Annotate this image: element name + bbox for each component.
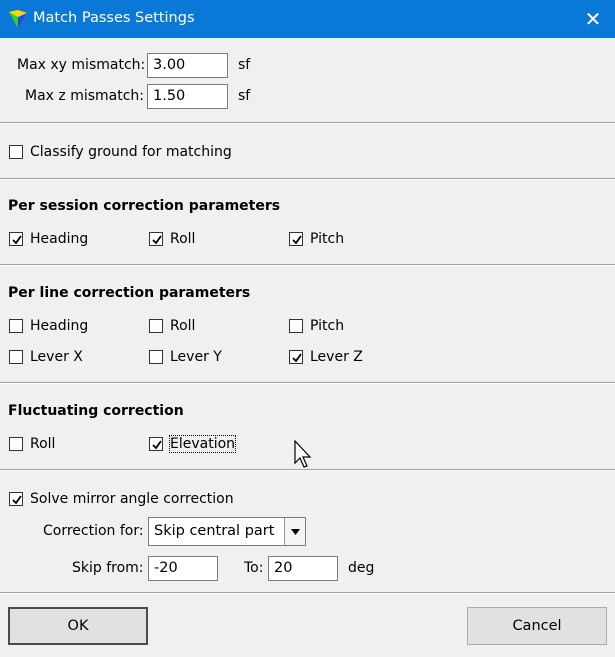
correction-for-label: Correction for: xyxy=(43,523,144,539)
per-line-lever-z-label: Lever Z xyxy=(310,349,363,365)
solve-mirror-checkbox[interactable] xyxy=(9,492,23,506)
per-line-lever-y-label: Lever Y xyxy=(170,349,222,365)
max-xy-mismatch-label: Max xy mismatch: xyxy=(17,57,146,73)
max-xy-unit: sf xyxy=(238,57,251,73)
per-line-pitch-label: Pitch xyxy=(310,318,345,334)
classify-ground-label: Classify ground for matching xyxy=(30,144,232,160)
max-z-unit: sf xyxy=(238,88,251,104)
per-line-lever-z-checkbox[interactable] xyxy=(289,350,303,364)
cancel-button[interactable]: Cancel xyxy=(467,607,607,645)
check-icon xyxy=(12,495,22,505)
per-session-roll-checkbox[interactable] xyxy=(149,232,163,246)
separator xyxy=(0,122,615,124)
per-line-pitch-checkbox[interactable] xyxy=(289,319,303,333)
fluctuating-roll-label: Roll xyxy=(30,436,56,452)
check-icon xyxy=(292,235,302,245)
per-line-title: Per line correction parameters xyxy=(8,285,251,301)
separator xyxy=(0,264,615,266)
per-session-pitch-label: Pitch xyxy=(310,231,345,247)
fluctuating-elevation-checkbox[interactable] xyxy=(149,437,163,451)
per-session-heading-label: Heading xyxy=(30,231,89,247)
correction-for-dropdown[interactable]: Skip central part xyxy=(148,517,306,546)
per-line-roll-label: Roll xyxy=(170,318,196,334)
skip-from-label: Skip from: xyxy=(72,560,144,576)
title-bar: Match Passes Settings ✕ xyxy=(0,0,615,38)
per-line-lever-y-checkbox[interactable] xyxy=(149,350,163,364)
check-icon xyxy=(12,235,22,245)
separator xyxy=(0,592,615,594)
classify-ground-checkbox[interactable] xyxy=(9,145,23,159)
check-icon xyxy=(292,353,302,363)
per-session-roll-label: Roll xyxy=(170,231,196,247)
check-icon xyxy=(152,235,162,245)
per-session-heading-checkbox[interactable] xyxy=(9,232,23,246)
per-session-title: Per session correction parameters xyxy=(8,198,281,214)
per-line-lever-x-label: Lever X xyxy=(30,349,83,365)
per-line-heading-checkbox[interactable] xyxy=(9,319,23,333)
correction-for-value: Skip central part xyxy=(154,523,275,539)
per-line-roll-checkbox[interactable] xyxy=(149,319,163,333)
chevron-down-icon[interactable] xyxy=(284,518,305,545)
skip-from-input[interactable]: -20 xyxy=(148,556,218,581)
close-icon[interactable]: ✕ xyxy=(571,0,615,38)
fluctuating-elevation-label: Elevation xyxy=(168,435,237,453)
separator xyxy=(0,178,615,180)
per-line-lever-x-checkbox[interactable] xyxy=(9,350,23,364)
max-z-mismatch-label: Max z mismatch: xyxy=(25,88,145,104)
to-label: To: xyxy=(244,560,264,576)
max-z-mismatch-input[interactable]: 1.50 xyxy=(147,84,228,109)
mouse-cursor-icon xyxy=(294,440,312,468)
deg-unit: deg xyxy=(348,560,375,576)
check-icon xyxy=(152,440,162,450)
window-title: Match Passes Settings xyxy=(33,10,195,26)
ok-button[interactable]: OK xyxy=(8,607,148,645)
max-xy-mismatch-input[interactable]: 3.00 xyxy=(147,53,228,78)
per-line-heading-label: Heading xyxy=(30,318,89,334)
fluctuating-title: Fluctuating correction xyxy=(8,403,184,419)
per-session-pitch-checkbox[interactable] xyxy=(289,232,303,246)
separator xyxy=(0,382,615,384)
separator xyxy=(0,469,615,471)
solve-mirror-label: Solve mirror angle correction xyxy=(30,491,234,507)
to-input[interactable]: 20 xyxy=(268,556,338,581)
fluctuating-roll-checkbox[interactable] xyxy=(9,437,23,451)
app-icon xyxy=(9,10,27,28)
